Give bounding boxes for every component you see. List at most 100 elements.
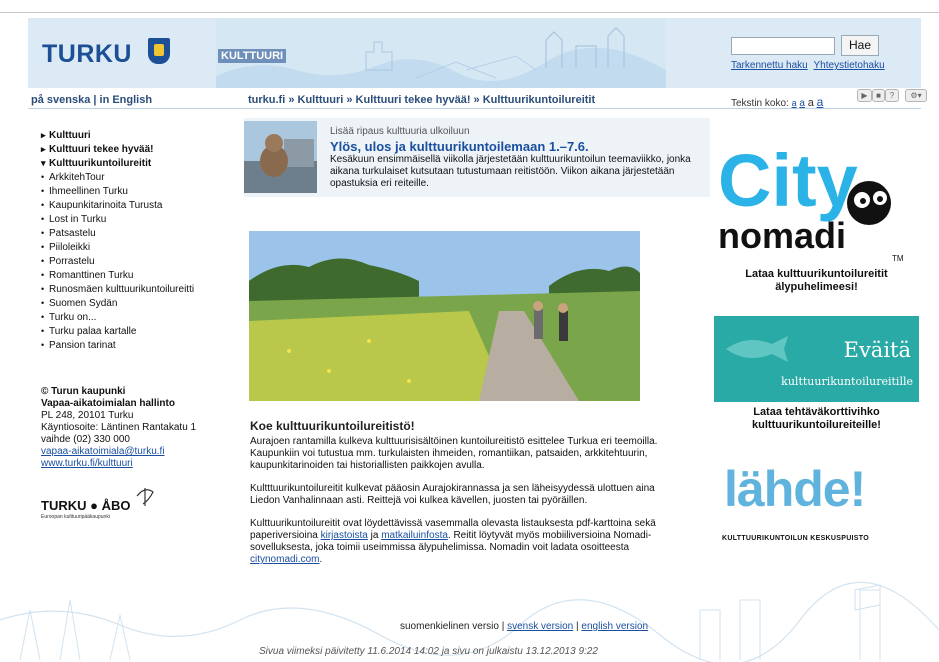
- sidebar-nav: ▸ Kulttuuri ▸ Kulttuuri tekee hyvää! ▾ Kulttu…: [41, 128, 241, 352]
- banner-label: KULTTUURI: [218, 49, 287, 63]
- bullet-icon: •: [41, 340, 45, 350]
- bullet-icon: •: [41, 312, 45, 322]
- version-sv-link[interactable]: svensk version: [507, 621, 573, 632]
- sidebar-item-label: Patsastelu: [49, 228, 96, 239]
- sidebar-item[interactable]: • Kaupunkitarinoita Turusta: [41, 198, 241, 212]
- play-icon[interactable]: ▶: [857, 89, 872, 102]
- citynomadi-logo-bottom: nomadi: [718, 215, 846, 256]
- sidebar-item[interactable]: • Porrastelu: [41, 254, 241, 268]
- sidebar-item-label: Turku on...: [49, 312, 97, 323]
- text-size-default[interactable]: a: [808, 97, 814, 109]
- bullet-icon: •: [41, 326, 45, 336]
- turku-crest-icon: [148, 38, 170, 64]
- evaita-ad-caption[interactable]: Lataa tehtäväkorttivihko kulttuurikuntoi…: [714, 406, 919, 432]
- help-icon[interactable]: ?: [885, 89, 899, 102]
- sidebar-item[interactable]: • Turku on...: [41, 310, 241, 324]
- settings-gear-icon[interactable]: ⚙▾: [905, 89, 927, 102]
- sidebar-item[interactable]: • Ihmeellinen Turku: [41, 184, 241, 198]
- sidebar-item-label: Kulttuuri: [49, 130, 91, 141]
- lahde-ad[interactable]: lähde! KULTTUURIKUNTOILUN KESKUSPUISTO: [722, 460, 917, 545]
- text-size-control: Tekstin koko: a a a a: [731, 95, 823, 109]
- lahde-subtitle: KULTTUURIKUNTOILUN KESKUSPUISTO: [722, 535, 869, 542]
- article-paragraph-1: Aurajoen rantamilla kulkeva kulttuurisis…: [250, 436, 658, 471]
- bullet-icon: •: [41, 214, 45, 224]
- search-input[interactable]: [731, 37, 835, 55]
- citynomadi-ad-caption[interactable]: Lataa kulttuurikuntoilureitit älypuhelim…: [714, 268, 919, 294]
- sidebar-item-label: Turku palaa kartalle: [49, 326, 137, 337]
- text-size-large[interactable]: a: [817, 95, 824, 109]
- bullet-icon: ▸: [41, 144, 46, 154]
- email-link[interactable]: vapaa-aikatoimiala@turku.fi: [41, 446, 165, 457]
- turku-abo-logo-sub: Euroopan kulttuuripääkaupunki: [41, 514, 110, 520]
- article-heading: Koe kulttuurikuntoilureitistö!: [250, 419, 415, 433]
- sidebar-item-label: Lost in Turku: [49, 214, 107, 225]
- sidebar-item[interactable]: • Romanttinen Turku: [41, 268, 241, 282]
- sidebar-item[interactable]: • Runosmäen kulttuurikuntoilureitti: [41, 282, 241, 296]
- bullet-icon: •: [41, 270, 45, 280]
- bullet-icon: •: [41, 242, 45, 252]
- language-links[interactable]: på svenska | in English: [31, 94, 152, 106]
- sidebar-item-label: Romanttinen Turku: [49, 270, 134, 281]
- text-size-label: Tekstin koko:: [731, 98, 789, 109]
- promo-subtitle: Lisää ripaus kulttuuria ulkoiluun: [330, 126, 470, 137]
- citynomadi-tm: TM: [892, 254, 904, 263]
- version-en-link[interactable]: english version: [581, 621, 648, 632]
- sidebar-item-label: Kulttuuri tekee hyvää!: [49, 144, 154, 155]
- promo-box[interactable]: Lisää ripaus kulttuuria ulkoiluun Ylös, …: [244, 118, 710, 197]
- website-link[interactable]: www.turku.fi/kulttuuri: [41, 458, 133, 469]
- bullet-icon: ▸: [41, 130, 46, 140]
- last-updated: Sivua viimeksi päivitetty 11.6.2014 14:0…: [259, 646, 598, 657]
- bullet-icon: •: [41, 172, 45, 182]
- bullet-icon: •: [41, 200, 45, 210]
- libraries-link[interactable]: kirjastoista: [321, 530, 368, 541]
- promo-text: Kesäkuun ensimmäisellä viikolla järjeste…: [330, 154, 691, 189]
- breadcrumb[interactable]: turku.fi » Kulttuuri » Kulttuuri tekee h…: [248, 94, 595, 106]
- bullet-icon: ▾: [41, 158, 46, 168]
- turku-logo[interactable]: TURKU: [42, 40, 132, 69]
- top-divider: [0, 12, 939, 13]
- field-path-photo: [249, 231, 640, 401]
- org-name: Vapaa-aikatoimialan hallinto: [41, 398, 175, 409]
- sidebar-item[interactable]: • Patsastelu: [41, 226, 241, 240]
- sidebar-item[interactable]: • Turku palaa kartalle: [41, 324, 241, 338]
- fish-icon: [726, 336, 788, 362]
- tourist-info-link[interactable]: matkailuinfosta: [381, 530, 448, 541]
- bullet-icon: •: [41, 256, 45, 266]
- contact-search-link[interactable]: Yhteystietohaku: [814, 60, 885, 71]
- stop-icon[interactable]: ■: [872, 89, 885, 102]
- citynomadi-link[interactable]: citynomadi.com: [250, 554, 319, 565]
- sidebar-item-label: Porrastelu: [49, 256, 95, 267]
- sidebar-item[interactable]: ▾ Kulttuurikuntoilureitit: [41, 156, 241, 170]
- sidebar-item[interactable]: ▸ Kulttuuri: [41, 128, 241, 142]
- bullet-icon: •: [41, 298, 45, 308]
- sidebar-item[interactable]: • Suomen Sydän: [41, 296, 241, 310]
- evaita-ad[interactable]: Eväitä kulttuurikuntoilureitille: [714, 316, 919, 402]
- postal-address: PL 248, 20101 Turku: [41, 410, 134, 421]
- text-size-small[interactable]: a: [792, 98, 797, 108]
- advanced-search-link[interactable]: Tarkennettu haku: [731, 60, 808, 71]
- bullet-icon: •: [41, 284, 45, 294]
- search-links: Tarkennettu haku Yhteystietohaku: [731, 60, 885, 71]
- text-size-medium[interactable]: a: [799, 98, 805, 109]
- sidebar-item-label: Runosmäen kulttuurikuntoilureitti: [49, 284, 195, 295]
- sidebar-item[interactable]: • Lost in Turku: [41, 212, 241, 226]
- sidebar-item[interactable]: • Pansion tarinat: [41, 338, 241, 352]
- bullet-icon: •: [41, 186, 45, 196]
- turku-abo-logo-text: TURKU ● ÅBO: [41, 498, 131, 513]
- sidebar-item[interactable]: • ArkkitehTour: [41, 170, 241, 184]
- sidebar-item[interactable]: • Piiloleikki: [41, 240, 241, 254]
- promo-title-link[interactable]: Ylös, ulos ja kulttuurikuntoilemaan 1.–7…: [330, 139, 589, 154]
- copyright: © Turun kaupunki: [41, 386, 126, 397]
- citynomadi-ad-logo[interactable]: City nomadi TM: [714, 128, 919, 263]
- sidebar-item-label: Piiloleikki: [49, 242, 91, 253]
- lahde-logo: lähde!: [724, 461, 866, 517]
- promo-thumbnail-image: [244, 121, 317, 193]
- phone: vaihde (02) 330 000: [41, 434, 130, 445]
- sidebar-item[interactable]: ▸ Kulttuuri tekee hyvää!: [41, 142, 241, 156]
- sidebar-item-label: Kaupunkitarinoita Turusta: [49, 200, 163, 211]
- turku-abo-logo[interactable]: TURKU ● ÅBO Euroopan kulttuuripääkaupunk…: [41, 484, 171, 522]
- search-button[interactable]: Hae: [841, 35, 879, 56]
- evaita-title: Eväitä: [843, 338, 911, 362]
- article-body: Koe kulttuurikuntoilureitistö! Aurajoen …: [250, 420, 680, 577]
- version-fi: suomenkielinen versio: [400, 621, 499, 632]
